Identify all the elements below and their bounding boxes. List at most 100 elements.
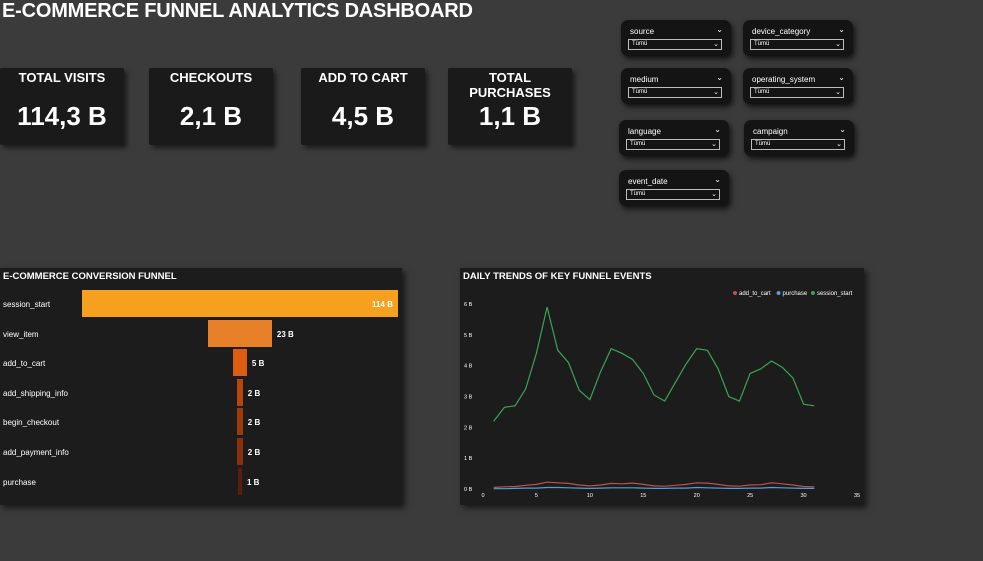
funnel-step-label: add_to_cart	[3, 359, 46, 369]
filter-device-category[interactable]: device_category ⌄ Tümü ⌄	[743, 20, 853, 56]
legend-label[interactable]: session_start	[817, 291, 853, 297]
funnel-value-label: 1 B	[247, 477, 260, 487]
funnel-bar-add-payment-info[interactable]	[237, 438, 243, 465]
funnel-value-label: 114 B	[372, 300, 393, 309]
filter-operating-system[interactable]: operating_system ⌄ Tümü ⌄	[743, 68, 853, 104]
legend-marker	[776, 291, 781, 295]
filter-label: medium	[630, 75, 659, 84]
legend-label[interactable]: purchase	[783, 291, 808, 297]
kpi-label: TOTAL PURCHASES	[469, 70, 551, 100]
filter-language[interactable]: language ⌄ Tümü ⌄	[619, 120, 729, 156]
kpi-card-checkouts: CHECKOUTS 2,1 B	[149, 68, 273, 145]
filter-label: operating_system	[752, 75, 816, 84]
chevron-down-icon: ⌄	[836, 141, 842, 148]
filter-medium[interactable]: medium ⌄ Tümü ⌄	[621, 68, 731, 104]
y-tick-label: 0 B	[464, 487, 473, 493]
y-tick-label: 5 B	[464, 333, 473, 339]
chevron-down-icon: ⌄	[711, 141, 717, 148]
funnel-bar-view-item[interactable]	[208, 319, 272, 347]
filter-dropdown[interactable]: Tümü ⌄	[750, 87, 844, 98]
legend-label[interactable]: add_to_cart	[739, 291, 771, 297]
chevron-down-icon: ⌄	[835, 41, 841, 48]
funnel-value-label: 5 B	[251, 359, 265, 369]
chevron-down-icon: ⌄	[711, 191, 717, 198]
x-tick-label: 35	[854, 493, 860, 499]
filter-value: Tümü	[630, 141, 646, 147]
series-line-session-start[interactable]	[493, 306, 815, 422]
funnel-bar-begin-checkout[interactable]	[237, 408, 243, 436]
chevron-down-icon: ⌄	[713, 41, 719, 48]
x-tick-label: 5	[535, 493, 538, 499]
filter-dropdown[interactable]: Tümü ⌄	[750, 39, 844, 50]
funnel-step-label: add_payment_info	[3, 448, 69, 457]
filter-campaign[interactable]: campaign ⌄ Tümü ⌄	[744, 120, 854, 156]
filter-dropdown[interactable]: Tümü ⌄	[751, 139, 845, 150]
x-tick-label: 15	[640, 493, 646, 499]
filter-label: campaign	[753, 127, 788, 136]
funnel-step-label: purchase	[3, 477, 36, 487]
filter-label: event_date	[628, 177, 668, 186]
kpi-value: 2,1 B	[179, 101, 243, 131]
funnel-value-label: 23 B	[276, 329, 294, 339]
filter-value: Tümü	[755, 141, 771, 147]
filter-dropdown[interactable]: Tümü ⌄	[626, 189, 720, 200]
funnel-value-label: 2 B	[247, 448, 261, 457]
funnel-bar-purchase[interactable]	[238, 467, 242, 495]
legend-marker	[810, 291, 815, 295]
chevron-down-icon[interactable]: ⌄	[714, 125, 721, 134]
chevron-down-icon: ⌄	[835, 89, 841, 96]
kpi-card-total-visits: TOTAL VISITS 114,3 B	[0, 68, 124, 145]
filter-value: Tümü	[754, 89, 770, 95]
funnel-chart-title: E-COMMERCE CONVERSION FUNNEL	[3, 271, 177, 282]
x-tick-label: 10	[587, 493, 593, 499]
y-tick-label: 6 B	[464, 302, 473, 308]
kpi-label: TOTAL VISITS	[18, 70, 106, 85]
filter-value: Tümü	[632, 41, 648, 47]
y-tick-label: 1 B	[464, 456, 473, 462]
filter-value: Tümü	[632, 89, 648, 95]
kpi-label: CHECKOUTS	[169, 70, 253, 85]
series-line-add-to-cart[interactable]	[493, 481, 815, 489]
kpi-value: 4,5 B	[331, 101, 395, 131]
chevron-down-icon[interactable]: ⌄	[838, 25, 845, 34]
funnel-step-label: begin_checkout	[3, 418, 60, 428]
filter-event-date[interactable]: event_date ⌄ Tümü ⌄	[619, 170, 729, 206]
line-chart: 0 B 1 B 2 B 3 B 4 B 5 B 6 B 0 5 10 15 20 25 30 35 add_t…	[464, 291, 860, 499]
filter-label: device_category	[752, 27, 811, 36]
funnel-bar-add-to-cart[interactable]	[233, 349, 247, 377]
series-line-purchase[interactable]	[493, 486, 815, 490]
chevron-down-icon[interactable]: ⌄	[716, 73, 723, 82]
dashboard-title: E-COMMERCE FUNNEL ANALYTICS DASHBOARD	[2, 0, 473, 22]
filter-dropdown[interactable]: Tümü ⌄	[626, 139, 720, 150]
kpi-value: 1,1 B	[478, 101, 542, 131]
funnel-value-label: 2 B	[247, 418, 261, 428]
y-tick-label: 4 B	[464, 364, 473, 370]
funnel-step-label: add_shipping_info	[3, 388, 68, 398]
funnel-step-label: session_start	[3, 300, 51, 309]
funnel-bar-session-start[interactable]	[82, 290, 398, 317]
filter-dropdown[interactable]: Tümü ⌄	[628, 87, 722, 98]
filter-label: source	[630, 27, 655, 36]
x-tick-label: 0	[481, 493, 484, 499]
legend-marker	[733, 291, 737, 295]
filter-source[interactable]: source ⌄ Tümü ⌄	[621, 20, 731, 56]
chevron-down-icon[interactable]: ⌄	[838, 73, 845, 82]
filter-label: language	[628, 127, 661, 136]
chevron-down-icon: ⌄	[713, 89, 719, 96]
y-tick-label: 2 B	[464, 425, 473, 431]
kpi-card-total-purchases: TOTAL PURCHASES 1,1 B	[448, 68, 572, 145]
funnel-chart-panel: E-COMMERCE CONVERSION FUNNEL session_sta…	[0, 268, 402, 505]
x-tick-label: 25	[747, 493, 753, 499]
line-chart-panel: DAILY TRENDS OF KEY FUNNEL EVENTS 0 B1 B…	[460, 268, 864, 505]
filter-dropdown[interactable]: Tümü ⌄	[628, 39, 722, 50]
x-tick-label: 20	[694, 493, 700, 499]
kpi-card-add-to-cart: ADD TO CART 4,5 B	[301, 68, 425, 145]
chevron-down-icon[interactable]: ⌄	[716, 25, 723, 34]
funnel-bar-add-shipping-info[interactable]	[237, 378, 243, 406]
kpi-value: 114,3 B	[17, 101, 107, 131]
chevron-down-icon[interactable]: ⌄	[714, 175, 721, 184]
chevron-down-icon[interactable]: ⌄	[839, 125, 846, 134]
y-tick-label: 3 B	[464, 395, 473, 401]
funnel-value-label: 2 B	[247, 388, 261, 398]
filter-value: Tümü	[630, 191, 646, 197]
